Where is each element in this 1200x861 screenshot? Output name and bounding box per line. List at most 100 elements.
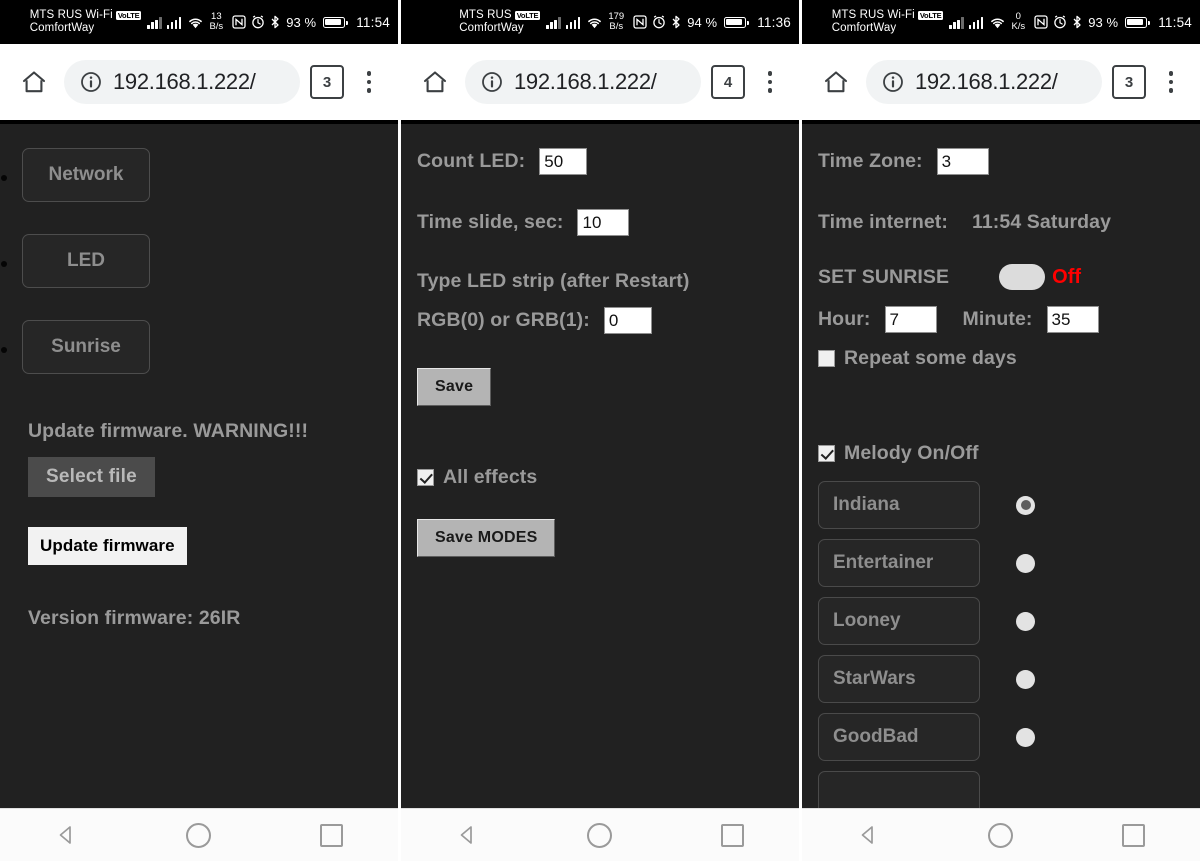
save-button[interactable]: Save <box>417 368 492 406</box>
time-slide-input[interactable]: 10 <box>577 209 630 236</box>
all-effects-checkbox[interactable] <box>417 469 434 486</box>
list-item: Network <box>1 148 398 202</box>
info-icon-2 <box>482 72 502 92</box>
home-button-1[interactable] <box>169 809 229 861</box>
nfc-icon-1 <box>232 15 246 29</box>
hour-input[interactable]: 7 <box>884 306 937 333</box>
status-icons-1: 93 % 11:54 <box>232 15 390 30</box>
melody-name-starwars[interactable]: StarWars <box>818 655 980 703</box>
carrier-info-3: MTS RUS Wi-Fi VoLTE ComfortWay <box>832 9 944 35</box>
recents-button-3[interactable] <box>1104 809 1164 861</box>
time-zone-row: Time Zone: 3 <box>818 148 1200 175</box>
melody-name-indiana[interactable]: Indiana <box>818 481 980 529</box>
melody-name-looney[interactable]: Looney <box>818 597 980 645</box>
webpage-content-2: Count LED: 50 Time slide, sec: 10 Type L… <box>401 124 799 808</box>
page-scrollbar[interactable] <box>1196 124 1199 808</box>
address-bar-1[interactable]: 192.168.1.222/ <box>64 60 300 104</box>
back-button-1[interactable] <box>36 809 96 861</box>
nav-button-list: Network LED Sunrise <box>0 148 398 374</box>
select-file-button[interactable]: Select file <box>28 457 155 497</box>
tab-switcher-button-1[interactable]: 3 <box>310 65 344 99</box>
volte-badge-1: VoLTE <box>115 10 142 21</box>
tab-switcher-button-3[interactable]: 3 <box>1112 65 1146 99</box>
carrier-info-2: MTS RUS VoLTE ComfortWay <box>459 9 541 35</box>
time-zone-input[interactable]: 3 <box>936 148 989 175</box>
list-item: Looney <box>818 597 1200 645</box>
sunrise-toggle-state: Off <box>1052 265 1082 288</box>
melody-onoff-checkbox[interactable] <box>818 445 835 462</box>
status-clock-3: 11:54 <box>1158 14 1192 30</box>
signal-bars-sim1-icon-2 <box>546 16 561 29</box>
battery-percent-3: 93 % <box>1088 14 1119 30</box>
time-slide-row: Time slide, sec: 10 <box>417 209 799 236</box>
nav-button-network[interactable]: Network <box>22 148 150 202</box>
melody-onoff-row[interactable]: Melody On/Off <box>818 442 1200 465</box>
volte-badge-2: VoLTE <box>514 10 541 21</box>
recents-button-2[interactable] <box>703 809 763 861</box>
tab-count-1: 3 <box>322 73 332 91</box>
repeat-days-row[interactable]: Repeat some days <box>818 347 1200 370</box>
info-icon-3 <box>883 72 903 92</box>
rgb-grb-row: RGB(0) or GRB(1): 0 <box>417 307 799 334</box>
rgb-grb-input[interactable]: 0 <box>603 307 652 334</box>
list-item: Indiana <box>818 481 1200 529</box>
sunrise-toggle-switch[interactable] <box>999 264 1046 290</box>
minute-input[interactable]: 35 <box>1046 306 1099 333</box>
bluetooth-icon-1 <box>271 15 279 29</box>
led-settings-form: Count LED: 50 Time slide, sec: 10 Type L… <box>401 148 799 557</box>
carrier-name-1: MTS RUS Wi-Fi <box>29 9 113 22</box>
count-led-input[interactable]: 50 <box>539 148 588 175</box>
android-status-bar-1: MTS RUS Wi-Fi VoLTE ComfortWay 13 B/s 93… <box>0 0 398 44</box>
back-button-2[interactable] <box>437 809 497 861</box>
data-rate-2: 179 B/s <box>608 12 624 32</box>
nav-button-led[interactable]: LED <box>22 234 150 288</box>
back-triangle-icon-1 <box>59 826 72 844</box>
melody-radio-looney[interactable] <box>1016 611 1035 631</box>
battery-percent-1: 93 % <box>286 14 317 30</box>
melody-radio-starwars[interactable] <box>1016 669 1035 689</box>
home-button-3[interactable] <box>971 809 1031 861</box>
carrier-name-2: MTS RUS <box>459 9 512 22</box>
tab-switcher-button-2[interactable]: 4 <box>711 65 745 99</box>
repeat-days-checkbox[interactable] <box>818 350 835 367</box>
melody-radio-goodbad[interactable] <box>1016 727 1035 747</box>
all-effects-row[interactable]: All effects <box>417 466 799 489</box>
signal-bars-sim1-icon-3 <box>949 16 964 29</box>
melody-name-next-partial[interactable] <box>818 771 980 808</box>
browser-menu-icon-2[interactable] <box>755 67 785 97</box>
hour-label: Hour: <box>818 308 871 330</box>
home-icon-1[interactable] <box>14 62 54 102</box>
browser-menu-icon-3[interactable] <box>1156 67 1186 97</box>
nav-button-sunrise[interactable]: Sunrise <box>22 320 150 374</box>
melody-name-entertainer[interactable]: Entertainer <box>818 539 980 587</box>
recents-button-1[interactable] <box>302 809 362 861</box>
melody-name-goodbad[interactable]: GoodBad <box>818 713 980 761</box>
home-button-2[interactable] <box>570 809 630 861</box>
status-clock-2: 11:36 <box>757 14 791 30</box>
melody-radio-indiana[interactable] <box>1016 495 1035 515</box>
list-item-partial <box>818 771 1200 808</box>
phone-screenshot-led: MTS RUS VoLTE ComfortWay 179 B/s 94 % 11… <box>401 0 799 861</box>
count-led-row: Count LED: 50 <box>417 148 799 175</box>
firmware-warning-text: Update firmware. WARNING!!! <box>28 420 309 442</box>
android-nav-bar-1 <box>0 808 398 861</box>
data-rate-unit-1: B/s <box>209 21 224 32</box>
firmware-version-text: Version firmware: 26IR <box>28 607 241 629</box>
update-firmware-button[interactable]: Update firmware <box>28 527 187 565</box>
back-button-3[interactable] <box>838 809 898 861</box>
home-circle-icon-3 <box>988 822 1014 848</box>
three-phone-screenshots: MTS RUS Wi-Fi VoLTE ComfortWay 13 B/s 93… <box>0 0 1200 861</box>
home-icon-3[interactable] <box>816 62 856 102</box>
recents-square-icon-1 <box>320 823 344 847</box>
save-modes-button[interactable]: Save MODES <box>417 519 556 557</box>
signal-bars-sim2-icon-3 <box>968 16 984 29</box>
list-item: GoodBad <box>818 713 1200 761</box>
address-bar-3[interactable]: 192.168.1.222/ <box>866 60 1102 104</box>
home-icon-2[interactable] <box>415 62 455 102</box>
melody-radio-entertainer[interactable] <box>1016 553 1035 573</box>
browser-menu-icon-1[interactable] <box>354 67 384 97</box>
list-item: Sunrise <box>1 320 398 374</box>
android-nav-bar-3 <box>802 808 1200 861</box>
address-bar-2[interactable]: 192.168.1.222/ <box>465 60 701 104</box>
count-led-label: Count LED: <box>417 150 526 172</box>
